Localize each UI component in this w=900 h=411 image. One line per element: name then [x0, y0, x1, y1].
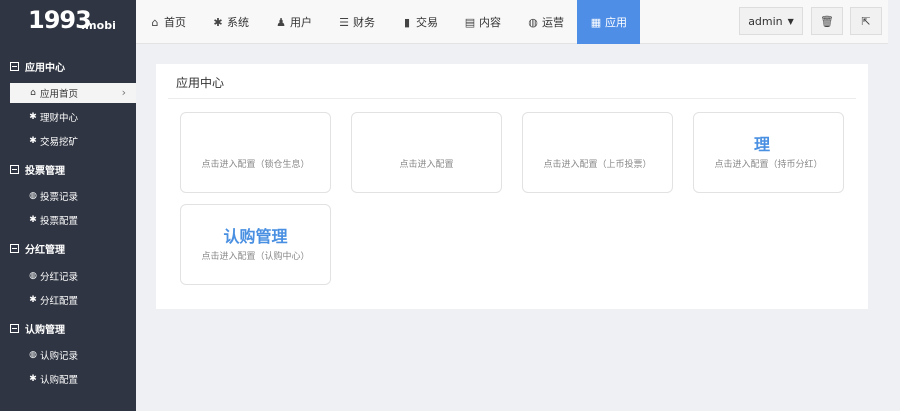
sidebar-item-dividend-config[interactable]: ✱ 分红配置	[10, 290, 136, 310]
nav-apps[interactable]: ▦ 应用	[577, 0, 640, 44]
sidebar-item-label: 认购配置	[40, 375, 79, 386]
page-title: 应用中心	[176, 76, 225, 90]
sidebar-item-label: 应用首页	[40, 89, 79, 100]
nav-operations-label: 运营	[542, 16, 564, 29]
gear-icon: ✱	[29, 112, 37, 122]
app-tile-desc: 点击进入配置（持币分红）	[714, 160, 823, 170]
logout-button[interactable]: ⇱	[850, 7, 882, 35]
user-menu-button[interactable]: admin ▼	[739, 7, 803, 35]
document-icon: ▤	[464, 15, 476, 29]
sidebar-group-vote[interactable]: 投票管理	[0, 157, 136, 181]
nav-trade[interactable]: ▮ 交易	[388, 0, 451, 44]
app-tile-desc: 点击进入配置（认购中心）	[201, 252, 310, 262]
user-menu-label: admin	[748, 14, 783, 28]
app-center-panel: 应用中心 点击进入配置（锁仓生息） 点击进入配置 点击进入配置（上币投票） 理 …	[156, 64, 868, 309]
sidebar-group-label: 投票管理	[25, 165, 65, 177]
logo[interactable]: 1993 .mobi	[0, 0, 136, 44]
sidebar-item-finance-center[interactable]: ✱ 理财中心	[10, 107, 136, 127]
nav-content-label: 内容	[479, 16, 501, 29]
app-tile-subscription[interactable]: 认购管理 点击进入配置（认购中心）	[180, 204, 331, 285]
sidebar-group-dividend[interactable]: 分红管理	[0, 236, 136, 260]
nav-system[interactable]: ✱ 系统	[199, 0, 262, 44]
nav-finance[interactable]: ☰ 财务	[325, 0, 388, 44]
collapse-icon	[10, 164, 19, 174]
caret-down-icon: ▼	[787, 16, 794, 26]
top-bar: 1993 .mobi ⌂ 首页 ✱ 系统 ♟ 用户 ☰ 财务 ▮ 交易 ▤ 内容…	[0, 0, 888, 44]
sidebar-group-label: 分红管理	[25, 244, 65, 256]
user-icon: ♟	[276, 15, 286, 29]
app-tile-name: 认购管理	[223, 227, 288, 246]
sidebar-item-vote-records[interactable]: ◍ 投票记录	[10, 186, 136, 206]
globe-icon: ◍	[29, 271, 37, 281]
nav-trade-label: 交易	[416, 16, 438, 29]
sidebar-group-label: 认购管理	[25, 324, 65, 336]
sidebar-group-app-center[interactable]: 应用中心	[0, 54, 136, 78]
sidebar-item-label: 理财中心	[40, 113, 79, 124]
collapse-icon	[10, 323, 19, 333]
nav-users-label: 用户	[290, 16, 312, 29]
divider	[168, 98, 856, 99]
sidebar-item-dividend-records[interactable]: ◍ 分红记录	[10, 266, 136, 286]
app-tile-staking[interactable]: 点击进入配置（锁仓生息）	[180, 112, 331, 193]
sidebar-item-subscription-records[interactable]: ◍ 认购记录	[10, 345, 136, 365]
chevron-right-icon: ›	[121, 86, 126, 99]
globe-icon: ◍	[528, 15, 538, 29]
nav-content[interactable]: ▤ 内容	[451, 0, 514, 44]
app-tile-dividend[interactable]: 理 点击进入配置（持币分红）	[693, 112, 844, 193]
app-tile-desc: 点击进入配置	[399, 160, 454, 170]
home-icon: ⌂	[151, 15, 159, 29]
nav-operations[interactable]: ◍ 运营	[514, 0, 577, 44]
nav-finance-label: 财务	[353, 16, 375, 29]
sidebar-item-label: 交易挖矿	[40, 137, 79, 148]
gear-icon: ✱	[29, 295, 37, 305]
collapse-icon	[10, 61, 19, 71]
nav-home-label: 首页	[164, 16, 186, 29]
sidebar-item-label: 分红记录	[40, 272, 79, 283]
sidebar-item-trade-mining[interactable]: ✱ 交易挖矿	[10, 131, 136, 151]
list-icon: ☰	[339, 15, 349, 29]
sidebar-item-vote-config[interactable]: ✱ 投票配置	[10, 210, 136, 230]
home-icon: ⌂	[30, 88, 36, 98]
app-tile-listing-vote[interactable]: 点击进入配置（上币投票）	[522, 112, 673, 193]
nav-users[interactable]: ♟ 用户	[262, 0, 325, 44]
bar-chart-icon: ▮	[403, 15, 411, 29]
sidebar-item-app-home[interactable]: ⌂ 应用首页 ›	[10, 83, 136, 103]
top-nav: ⌂ 首页 ✱ 系统 ♟ 用户 ☰ 财务 ▮ 交易 ▤ 内容 ◍ 运营 ▦ 应用	[136, 0, 640, 44]
app-tile-2[interactable]: 点击进入配置	[351, 112, 502, 193]
globe-icon: ◍	[29, 191, 37, 201]
sidebar-group-subscription[interactable]: 认购管理	[0, 316, 136, 340]
app-tile-desc: 点击进入配置（锁仓生息）	[201, 160, 310, 170]
grid-icon: ▦	[590, 15, 602, 29]
nav-home[interactable]: ⌂ 首页	[136, 0, 199, 44]
globe-icon: ◍	[29, 350, 37, 360]
gear-icon: ✱	[29, 374, 37, 384]
trash-icon: 🗑	[820, 14, 834, 28]
nav-apps-label: 应用	[605, 16, 627, 29]
sidebar-item-label: 投票配置	[40, 216, 79, 227]
sidebar-item-label: 认购记录	[40, 351, 79, 362]
sidebar-item-label: 投票记录	[40, 192, 79, 203]
app-tile-name: 理	[754, 135, 771, 154]
sidebar-item-subscription-config[interactable]: ✱ 认购配置	[10, 369, 136, 389]
logout-icon: ⇱	[861, 14, 871, 28]
collapse-icon	[10, 243, 19, 253]
logo-sub-text: .mobi	[81, 19, 116, 32]
sidebar-item-label: 分红配置	[40, 296, 79, 307]
nav-system-label: 系统	[227, 16, 249, 29]
gear-icon: ✱	[29, 215, 37, 225]
app-tile-desc: 点击进入配置（上币投票）	[543, 160, 652, 170]
gear-icon: ✱	[29, 136, 37, 146]
sidebar: 应用中心 ⌂ 应用首页 › ✱ 理财中心 ✱ 交易挖矿 投票管理 ◍ 投票记录 …	[0, 44, 136, 411]
clear-cache-button[interactable]: 🗑	[811, 7, 843, 35]
gear-icon: ✱	[213, 15, 223, 29]
sidebar-group-label: 应用中心	[25, 62, 65, 74]
